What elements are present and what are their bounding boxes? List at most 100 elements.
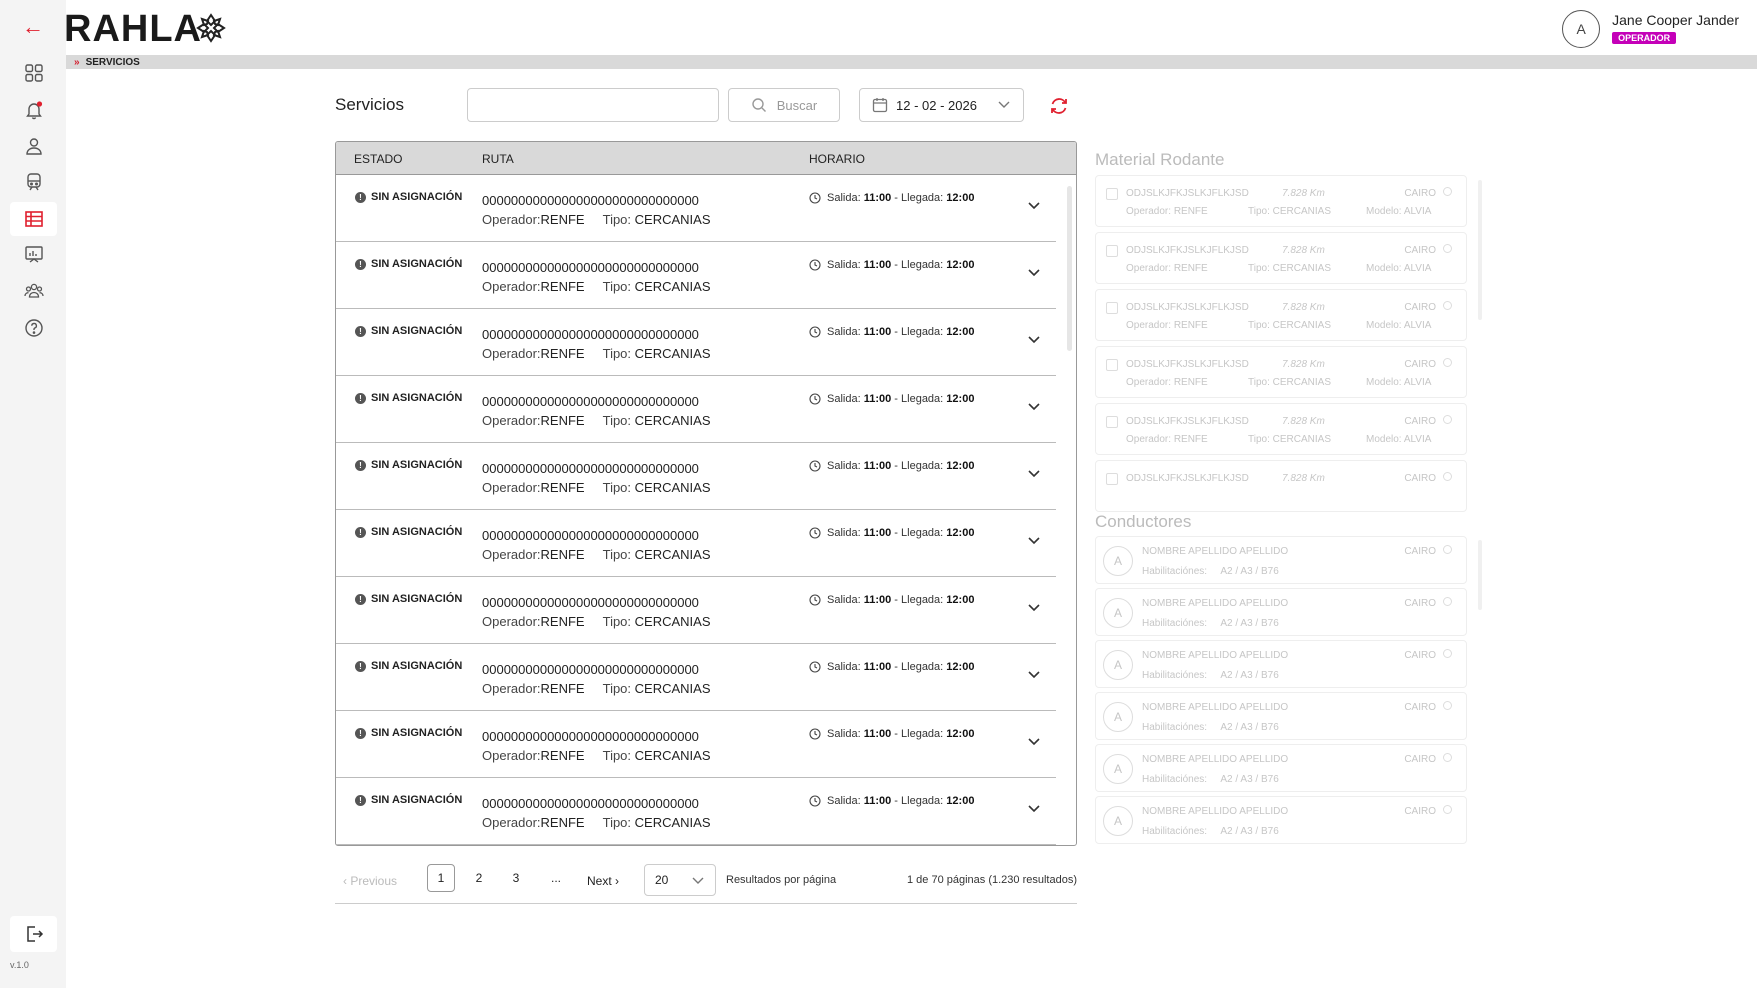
chevron-down-icon[interactable] (1026, 800, 1042, 816)
status-text: SIN ASIGNACIÓN (371, 727, 463, 739)
page-button-1[interactable]: 1 (427, 864, 455, 892)
avatar: A (1103, 546, 1133, 576)
conductor-card[interactable]: A NOMBRE APELLIDO APELLIDO CAIRO Habilitaci… (1095, 536, 1467, 584)
arrival-time: 12:00 (946, 661, 975, 673)
info-icon: ! (355, 459, 366, 471)
clock-icon (809, 259, 821, 271)
departure-time: 11:00 (863, 661, 892, 673)
table-row[interactable]: ! SIN ASIGNACIÓN 0000000000000000000000000… (336, 376, 1056, 443)
material-rodante-card[interactable]: ODJSLKJFKJSLKJFLKJSD 7.828 Km CAIRO Operado… (1095, 403, 1467, 455)
table-row[interactable]: ! SIN ASIGNACIÓN 0000000000000000000000000… (336, 309, 1056, 376)
material-rodante-card[interactable]: ODJSLKJFKJSLKJFLKJSD 7.828 Km CAIRO Operado… (1095, 289, 1467, 341)
reports-board-icon (24, 246, 43, 263)
material-rodante-card[interactable]: ODJSLKJFKJSLKJFLKJSD 7.828 Km CAIRO Operado… (1095, 232, 1467, 284)
chevron-down-icon[interactable] (1026, 197, 1042, 213)
route-cell: 000000000000000000000000000000 Operador:R… (482, 325, 711, 363)
logout-button[interactable] (10, 916, 57, 952)
table-row[interactable]: ! SIN ASIGNACIÓN 0000000000000000000000000… (336, 510, 1056, 577)
chevron-down-icon[interactable] (1026, 666, 1042, 682)
info-icon: ! (355, 258, 366, 270)
train-km: 7.828 Km (1282, 302, 1325, 313)
previous-page-button[interactable]: ‹ Previous (343, 874, 397, 888)
date-picker[interactable]: 12 - 02 - 2026 (859, 88, 1024, 122)
conductores-scrollbar[interactable] (1478, 540, 1482, 610)
conductor-card[interactable]: A NOMBRE APELLIDO APELLIDO CAIRO Habilitaci… (1095, 692, 1467, 740)
departure-time: 11:00 (863, 594, 892, 606)
brand-emblem-icon (196, 13, 226, 43)
per-page-select[interactable]: 20 (644, 864, 716, 896)
user-icon (25, 138, 42, 155)
table-row[interactable]: ! SIN ASIGNACIÓN 0000000000000000000000000… (336, 175, 1056, 242)
conductor-card[interactable]: A NOMBRE APELLIDO APELLIDO CAIRO Habilitaci… (1095, 640, 1467, 688)
column-header-ruta: RUTA (482, 152, 514, 166)
material-rodante-card[interactable]: ODJSLKJFKJSLKJFLKJSD 7.828 Km CAIRO (1095, 460, 1467, 512)
operator-value: RENFE (1173, 263, 1208, 274)
page-button-3[interactable]: 3 (502, 864, 530, 892)
user-menu[interactable]: A Jane Cooper Jander OPERADOR (1562, 10, 1739, 48)
schedule-cell: Salida: 11:00 - Llegada: 12:00 (809, 594, 974, 606)
conductor-card[interactable]: A NOMBRE APELLIDO APELLIDO CAIRO Habilitaci… (1095, 744, 1467, 792)
avatar: A (1103, 702, 1133, 732)
schedule-cell: Salida: 11:00 - Llegada: 12:00 (809, 326, 974, 338)
role-badge: OPERADOR (1612, 32, 1677, 44)
chevron-down-icon[interactable] (1026, 599, 1042, 615)
chevron-down-icon[interactable] (1026, 398, 1042, 414)
search-input[interactable] (467, 88, 719, 122)
operator-value: RENFE (540, 681, 585, 696)
table-row[interactable]: ! SIN ASIGNACIÓN 0000000000000000000000000… (336, 711, 1056, 778)
table-scrollbar[interactable] (1067, 186, 1072, 351)
chevron-down-icon[interactable] (1026, 465, 1042, 481)
conductor-habilitaciones: Habilitaciónes: A2 / A3 / B76 (1142, 722, 1279, 733)
status-text: SIN ASIGNACIÓN (371, 526, 463, 538)
sidebar-item-user[interactable] (10, 129, 57, 163)
train-operator: Operador: RENFE (1126, 263, 1208, 274)
sidebar-item-team[interactable] (10, 274, 57, 308)
conductor-habilitaciones: Habilitaciónes: A2 / A3 / B76 (1142, 566, 1279, 577)
clock-icon (809, 728, 821, 740)
table-row[interactable]: ! SIN ASIGNACIÓN 0000000000000000000000000… (336, 242, 1056, 309)
back-arrow-icon[interactable]: ← (20, 16, 46, 38)
search-button[interactable]: Buscar (728, 88, 840, 122)
sidebar-item-help[interactable] (10, 311, 57, 345)
material-rodante-card[interactable]: ODJSLKJFKJSLKJFLKJSD 7.828 Km CAIRO Operado… (1095, 175, 1467, 227)
status-badge: ! SIN ASIGNACIÓN (355, 727, 462, 739)
habilitaciones-value: A2 / A3 / B76 (1220, 618, 1279, 629)
chevron-down-icon[interactable] (1026, 264, 1042, 280)
train-icon (1106, 416, 1118, 428)
info-icon: ! (355, 593, 366, 605)
train-city: CAIRO (1404, 359, 1436, 370)
next-page-button[interactable]: Next › (587, 874, 619, 888)
sidebar-item-reports[interactable] (10, 238, 57, 272)
train-icon (1106, 302, 1118, 314)
material-rodante-scrollbar[interactable] (1478, 180, 1482, 320)
arrival-time: 12:00 (946, 326, 975, 338)
conductor-card[interactable]: A NOMBRE APELLIDO APELLIDO CAIRO Habilitaci… (1095, 588, 1467, 636)
conductor-card[interactable]: A NOMBRE APELLIDO APELLIDO CAIRO Habilitaci… (1095, 796, 1467, 844)
chevron-down-icon[interactable] (1026, 532, 1042, 548)
train-operator: Operador: RENFE (1126, 377, 1208, 388)
sidebar-item-dashboard[interactable] (10, 56, 57, 90)
table-row[interactable]: ! SIN ASIGNACIÓN 0000000000000000000000000… (336, 443, 1056, 510)
train-city: CAIRO (1404, 473, 1436, 484)
chevron-down-icon (997, 97, 1011, 114)
table-row[interactable]: ! SIN ASIGNACIÓN 0000000000000000000000000… (336, 577, 1056, 644)
table-row[interactable]: ! SIN ASIGNACIÓN 0000000000000000000000000… (336, 644, 1056, 711)
habilitaciones-label: Habilitaciónes: (1142, 618, 1208, 629)
material-rodante-card[interactable]: ODJSLKJFKJSLKJFLKJSD 7.828 Km CAIRO Operado… (1095, 346, 1467, 398)
conductor-name: NOMBRE APELLIDO APELLIDO (1142, 806, 1289, 817)
sidebar-item-notifications[interactable] (10, 93, 57, 127)
page-button-2[interactable]: 2 (465, 864, 493, 892)
chevron-down-icon[interactable] (1026, 733, 1042, 749)
type-label: Tipo: (602, 748, 632, 763)
refresh-icon[interactable] (1048, 95, 1070, 117)
conductor-habilitaciones: Habilitaciónes: A2 / A3 / B76 (1142, 618, 1279, 629)
sidebar-item-services[interactable] (10, 202, 57, 236)
user-name: Jane Cooper Jander (1612, 12, 1739, 28)
sidebar-item-trains[interactable] (10, 165, 57, 199)
status-badge: ! SIN ASIGNACIÓN (355, 459, 462, 471)
location-pin-icon (1443, 472, 1452, 481)
table-row[interactable]: ! SIN ASIGNACIÓN 0000000000000000000000000… (336, 778, 1056, 845)
operator-label: Operador: (482, 547, 541, 562)
clock-icon (809, 393, 821, 405)
chevron-down-icon[interactable] (1026, 331, 1042, 347)
